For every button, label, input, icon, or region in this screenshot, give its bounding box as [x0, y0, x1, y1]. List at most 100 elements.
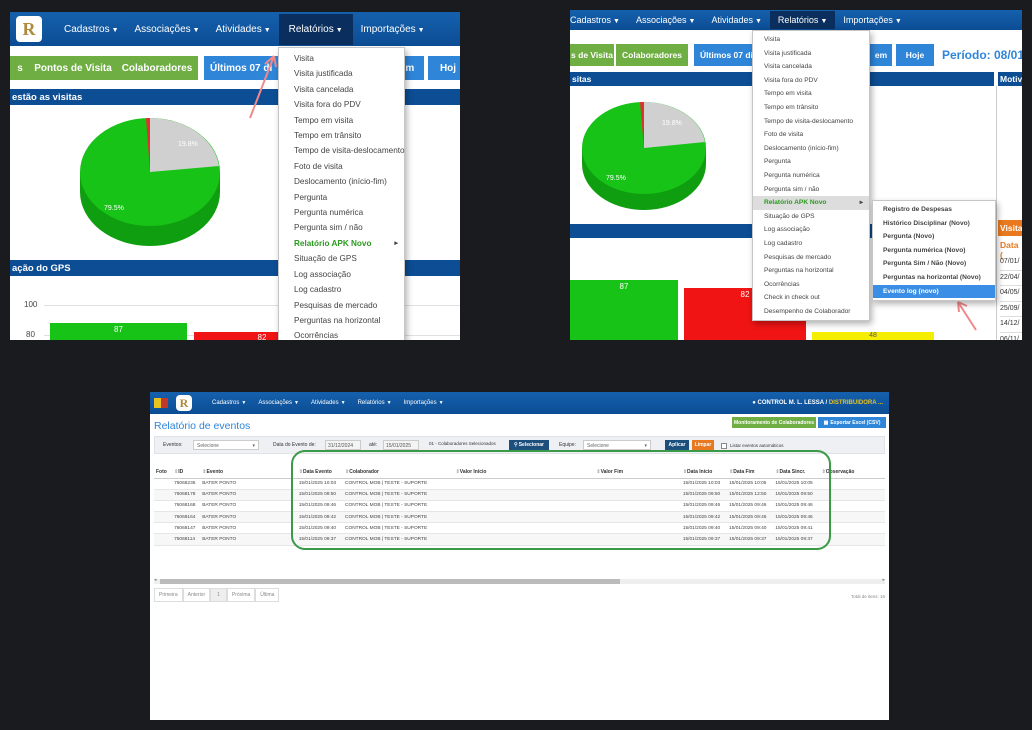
nav-atividades[interactable]: Atividades ▼ — [305, 398, 352, 408]
menu-item-pesquisas-de-mercado[interactable]: Pesquisas de mercado — [279, 298, 404, 313]
nav-cadastros[interactable]: Cadastros ▼ — [56, 14, 127, 45]
scroll-left-icon[interactable]: ◂ — [154, 577, 157, 583]
menu-item-foto-de-visita[interactable]: Foto de visita — [753, 128, 869, 142]
menu-item-perguntas-na-horizontal[interactable]: Perguntas na horizontal — [753, 264, 869, 278]
automatic-events-checkbox[interactable] — [721, 443, 727, 449]
tab-pontos-visita[interactable]: Pontos de Visita — [30, 56, 116, 80]
menu-item-tempo-de-visita-deslocamento[interactable]: Tempo de visita-deslocamento — [279, 143, 405, 158]
submenu-item-registro-de-despesas[interactable]: Registro de Despesas — [873, 203, 995, 217]
submenu-item-pergunta-novo[interactable]: Pergunta (Novo) — [873, 230, 995, 244]
page-prev[interactable]: Anterior — [182, 588, 211, 602]
menu-item-situacao-de-gps[interactable]: Situação de GPS — [279, 251, 404, 266]
menu-item-visita-justificada[interactable]: Visita justificada — [279, 66, 404, 81]
menu-item-visita[interactable]: Visita — [753, 33, 869, 47]
menu-item-tempo-em-visita[interactable]: Tempo em visita — [279, 113, 404, 128]
data-ate-input[interactable]: 15/01/2025 — [383, 440, 419, 450]
menu-item-tempo-de-visita-deslocamento[interactable]: Tempo de visita-deslocamento — [753, 115, 869, 129]
menu-item-tempo-em-transito[interactable]: Tempo em trânsito — [279, 128, 404, 143]
menu-item-situacao-de-gps[interactable]: Situação de GPS — [753, 210, 869, 224]
column-header-evento[interactable]: ⇕Evento — [200, 466, 297, 478]
menu-item-tempo-em-visita[interactable]: Tempo em visita — [753, 87, 869, 101]
menu-item-visita-cancelada[interactable]: Visita cancelada — [753, 60, 869, 74]
nav-relatorios[interactable]: Relatórios ▼ — [278, 13, 353, 45]
menu-item-log-associacao[interactable]: Log associação — [753, 223, 869, 237]
column-header-id[interactable]: ⇕ID — [172, 466, 200, 478]
nav-importacoes[interactable]: Importações ▼ — [353, 14, 433, 45]
menu-item-foto-de-visita[interactable]: Foto de visita — [279, 159, 404, 174]
menu-item-visita-fora-do-pdv[interactable]: Visita fora do PDV — [753, 74, 869, 88]
menu-item-ocorrencias[interactable]: Ocorrências — [753, 278, 869, 292]
nav-atividades[interactable]: Atividades ▼ — [703, 11, 769, 29]
menu-item-visita-cancelada[interactable]: Visita cancelada — [279, 82, 404, 97]
search-icon: ⚲ — [514, 442, 518, 448]
menu-item-pergunta-sim-nao[interactable]: Pergunta sim / não — [279, 220, 404, 235]
menu-item-log-cadastro[interactable]: Log cadastro — [279, 282, 404, 297]
user-name: CONTROL M. L. LESSA / — [757, 400, 828, 406]
page-current[interactable]: 1 — [210, 588, 227, 602]
page-next[interactable]: Próxima — [226, 588, 256, 602]
section-header-motivo: Motiv — [998, 72, 1022, 86]
tab-colaboradores[interactable]: Colaboradores — [116, 56, 198, 80]
submenu-item-perguntas-na-horizontal-novo[interactable]: Perguntas na horizontal (Novo) — [873, 271, 995, 285]
data-de-input[interactable]: 31/12/2024 — [325, 440, 361, 450]
menu-item-pesquisas-de-mercado[interactable]: Pesquisas de mercado — [753, 251, 869, 265]
menu-item-pergunta[interactable]: Pergunta — [753, 155, 869, 169]
selecionar-button[interactable]: ⚲ Selecionar — [509, 440, 549, 450]
annotation-highlight — [291, 450, 831, 550]
nav-atividades[interactable]: Atividades ▼ — [208, 14, 279, 45]
menu-item-visita-fora-do-pdv[interactable]: Visita fora do PDV — [279, 97, 404, 112]
menu-item-visita-justificada[interactable]: Visita justificada — [753, 47, 869, 61]
page-last[interactable]: Última — [255, 588, 280, 602]
submenu-item-historico-disciplinar-novo[interactable]: Histórico Disciplinar (Novo) — [873, 217, 995, 231]
nav-cadastros[interactable]: Cadastros ▼ — [206, 398, 252, 408]
menu-item-visita[interactable]: Visita — [279, 51, 404, 66]
tab-hoje[interactable]: Hoj — [428, 56, 460, 80]
menu-item-log-cadastro[interactable]: Log cadastro — [753, 237, 869, 251]
equipe-select[interactable]: Selecione ▾ — [583, 440, 651, 450]
page-first[interactable]: Primeira — [154, 588, 183, 602]
nav-associacoes[interactable]: Associações ▼ — [127, 14, 208, 45]
menu-item-relatorio-apk-novo[interactable]: Relatório APK Novo ▸ — [279, 236, 404, 251]
nav-relatorios[interactable]: Relatórios ▼ — [769, 11, 836, 29]
horizontal-scrollbar[interactable]: ◂ ▸ — [154, 577, 885, 584]
nav-relatorios[interactable]: Relatórios ▼ — [352, 398, 398, 408]
monitoramento-button[interactable]: Monitoramento de Colaboradores — [732, 417, 816, 428]
scrollbar-thumb[interactable] — [160, 579, 620, 584]
menu-item-relatorio-apk-novo[interactable]: Relatório APK Novo ▸ — [753, 196, 869, 210]
menu-item-check-in-check-out[interactable]: Check in check out — [753, 291, 869, 305]
scroll-right-icon[interactable]: ▸ — [882, 577, 885, 583]
menu-item-pergunta-numerica[interactable]: Pergunta numérica — [753, 169, 869, 183]
menu-item-pergunta-numerica[interactable]: Pergunta numérica — [279, 205, 404, 220]
export-csv-button[interactable]: ▦ Exportar Excel (CSV) — [818, 417, 886, 428]
column-header-foto[interactable]: Foto — [154, 466, 172, 478]
aplicar-button[interactable]: Aplicar — [665, 440, 689, 450]
nav-label: Atividades — [310, 400, 339, 406]
top-navbar: R Cadastros ▼ Associações ▼ Atividades ▼ Re… — [10, 12, 460, 46]
menu-item-log-associacao[interactable]: Log associação — [279, 267, 404, 282]
tab-colaboradores[interactable]: Colaboradores — [616, 44, 688, 66]
nav-associacoes[interactable]: Associações ▼ — [628, 11, 703, 29]
menu-item-perguntas-na-horizontal[interactable]: Perguntas na horizontal — [279, 313, 404, 328]
limpar-button[interactable]: Limpar — [692, 440, 714, 450]
tab-fragment[interactable]: s — [10, 56, 30, 80]
menu-item-deslocamento-inicio-fim[interactable]: Deslocamento (início-fim) — [279, 174, 404, 189]
nav-associacoes[interactable]: Associações ▼ — [252, 398, 305, 408]
menu-item-deslocamento-inicio-fim[interactable]: Deslocamento (início-fim) — [753, 142, 869, 156]
submenu-item-pergunta-numerica-novo[interactable]: Pergunta numérica (Novo) — [873, 244, 995, 258]
menu-item-desempenho-de-colaborador[interactable]: Desempenho de Colaborador — [753, 305, 869, 319]
nav-importacoes[interactable]: Importações ▼ — [835, 11, 909, 29]
eventos-select[interactable]: Selecione ▾ — [193, 440, 259, 450]
submenu-item-pergunta-sim-nao-novo[interactable]: Pergunta Sim / Não (Novo) — [873, 257, 995, 271]
menu-item-pergunta-sim-nao[interactable]: Pergunta sim / não — [753, 183, 869, 197]
user-menu[interactable]: ● CONTROL M. L. LESSA / DISTRIBUIDORA ..… — [752, 400, 883, 406]
tab-hoje[interactable]: Hoje — [896, 44, 934, 66]
tab-ultimos-07[interactable]: Últimos 07 di — [694, 44, 754, 66]
submenu-item-evento-log-novo[interactable]: Evento log (novo) — [873, 284, 995, 299]
menu-item-pergunta[interactable]: Pergunta — [279, 190, 404, 205]
nav-cadastros[interactable]: Cadastros ▼ — [570, 11, 628, 29]
menu-item-tempo-em-transito[interactable]: Tempo em trânsito — [753, 101, 869, 115]
nav-importacoes[interactable]: Importações ▼ — [398, 398, 450, 408]
tab-em[interactable]: em — [870, 44, 892, 66]
tab-pontos-visita[interactable]: s de Visita — [570, 44, 614, 66]
menu-item-ocorrencias[interactable]: Ocorrências — [279, 328, 404, 340]
